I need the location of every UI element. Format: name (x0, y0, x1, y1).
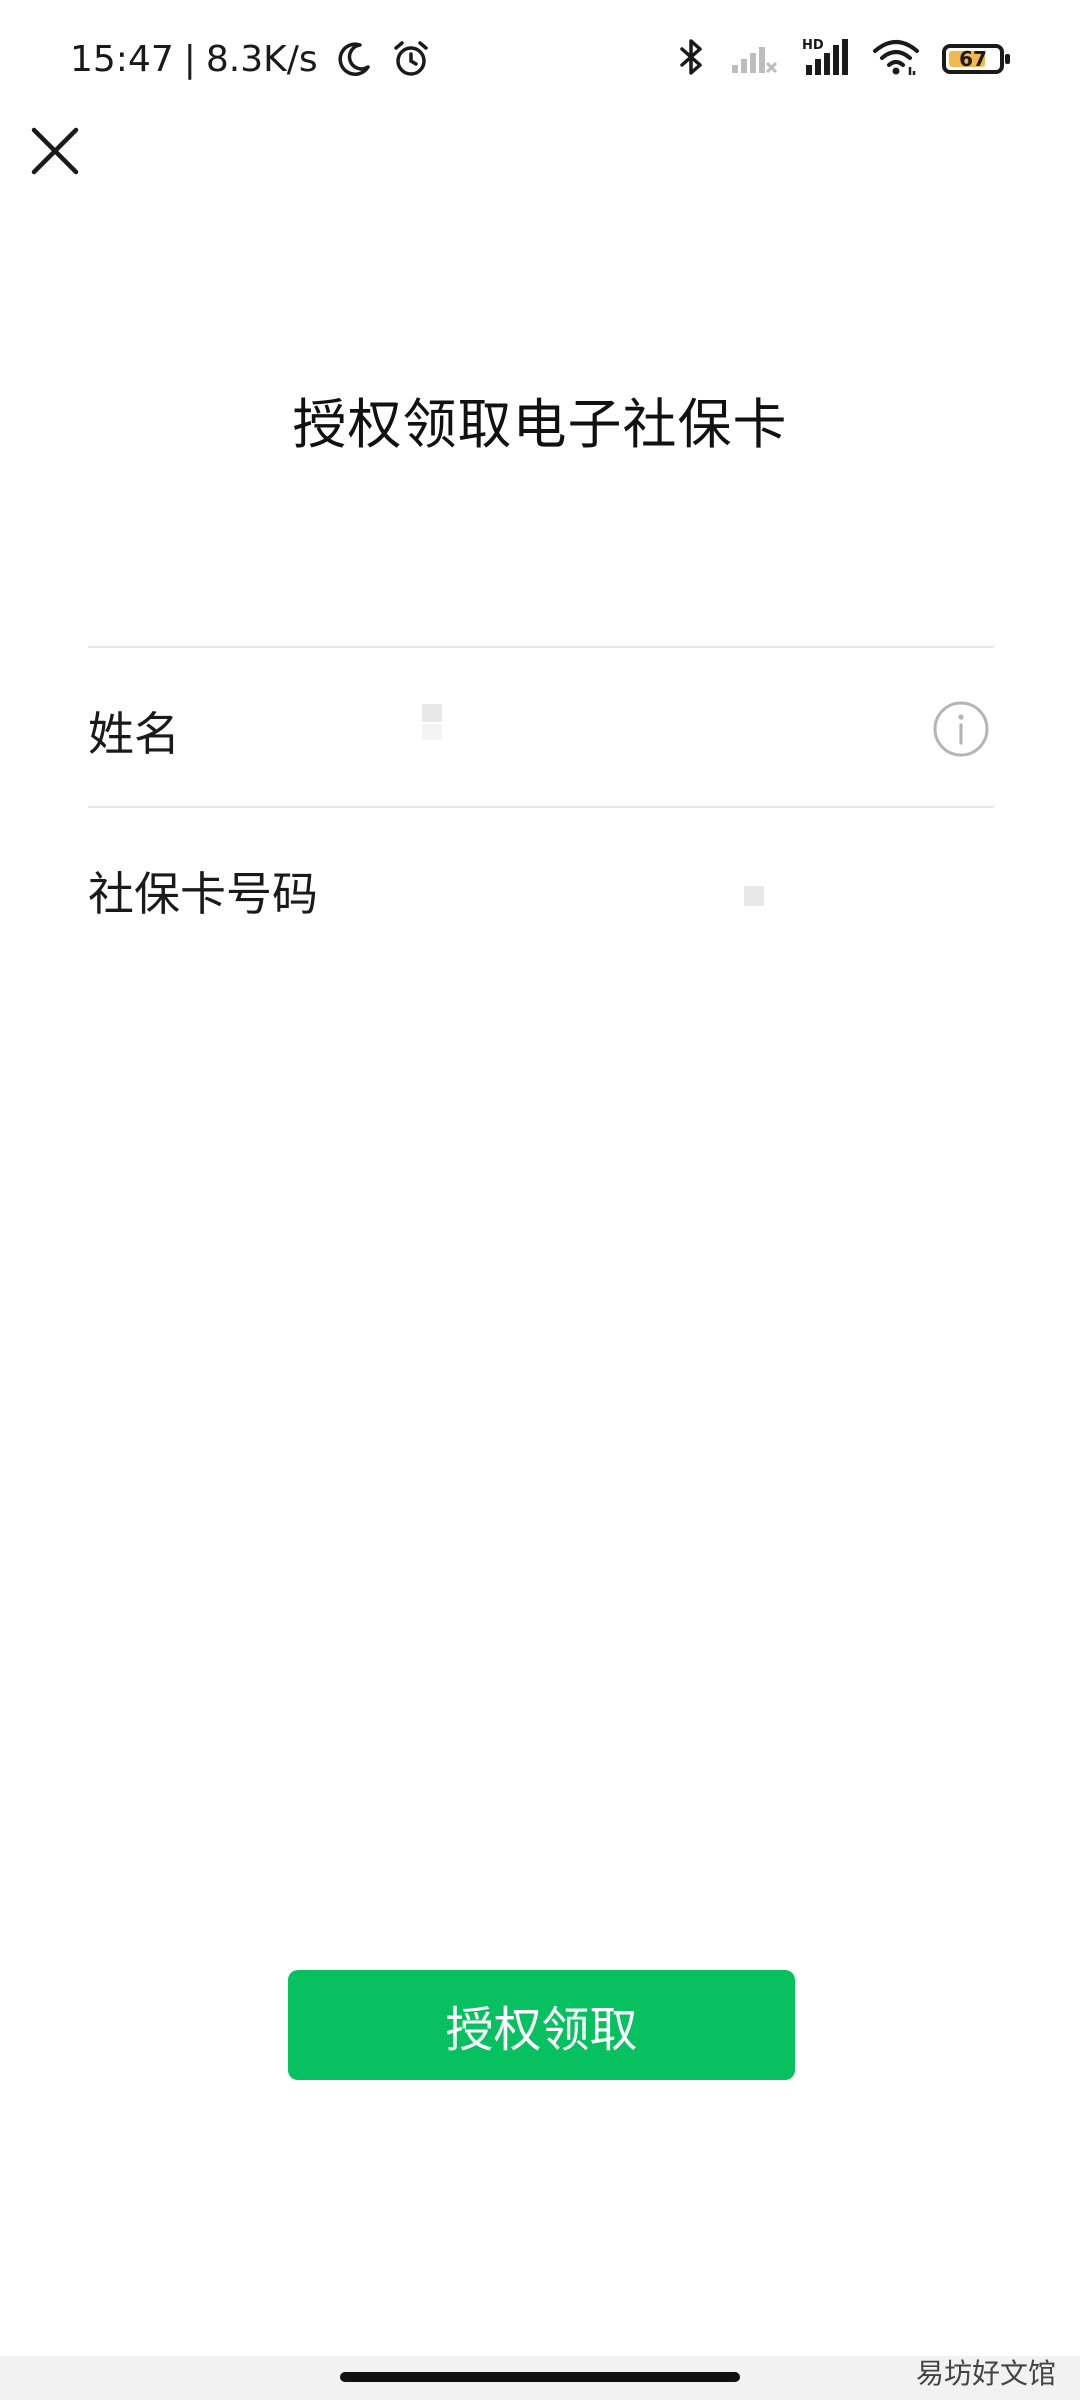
moon-icon (334, 39, 374, 79)
name-row: 姓名 (88, 646, 994, 806)
status-net-speed: 8.3K/s (205, 38, 318, 80)
status-left: 15:47 | 8.3K/s (70, 34, 432, 84)
signal-weak-icon (730, 39, 778, 79)
name-value-masked-lower (422, 724, 442, 740)
status-right: HD 67 (674, 34, 1010, 84)
home-indicator[interactable] (340, 2372, 740, 2382)
name-value-masked (422, 704, 442, 722)
authorize-button[interactable]: 授权领取 (288, 1970, 795, 2080)
bluetooth-icon (674, 37, 708, 81)
wifi-icon (872, 37, 920, 81)
watermark: 易坊好文馆 (915, 2357, 1056, 2390)
hd-signal-icon: HD (800, 37, 850, 81)
card-number-value-masked (744, 886, 764, 906)
status-separator: | (183, 38, 196, 80)
alarm-icon (390, 38, 432, 80)
close-button[interactable] (22, 118, 88, 184)
battery-level: 67 (959, 47, 987, 71)
battery-icon: 67 (942, 44, 1010, 74)
status-bar: 15:47 | 8.3K/s HD 67 (0, 0, 1080, 120)
page-title: 授权领取电子社保卡 (292, 393, 788, 456)
card-number-row: 社保卡号码 (88, 806, 994, 966)
info-icon[interactable] (932, 700, 990, 758)
card-number-label: 社保卡号码 (88, 867, 318, 921)
status-time: 15:47 (70, 38, 174, 80)
close-icon (31, 127, 79, 175)
svg-text:HD: HD (802, 38, 824, 53)
authorization-form: 姓名 社保卡号码 (88, 646, 994, 966)
name-label: 姓名 (88, 707, 180, 761)
